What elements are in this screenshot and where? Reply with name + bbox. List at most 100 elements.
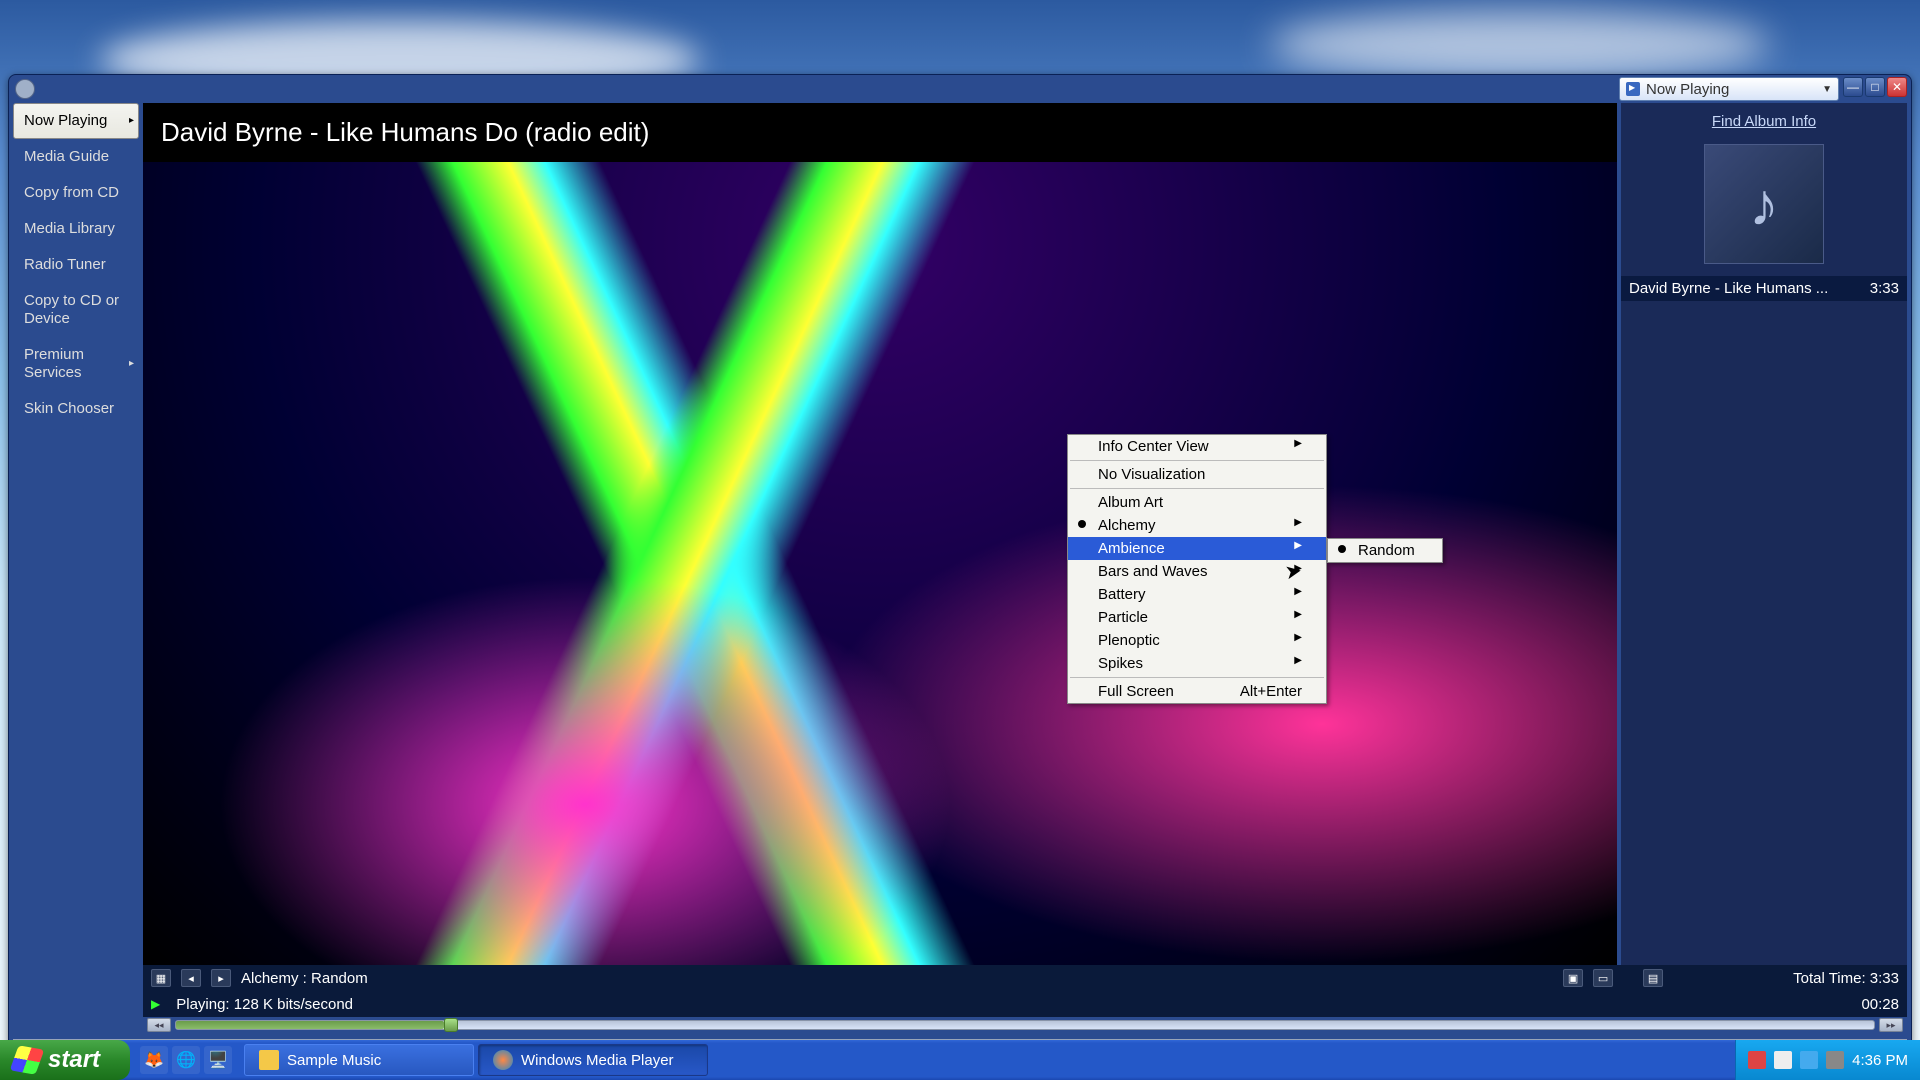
quick-launch-firefox[interactable]: 🦊 [140, 1046, 168, 1074]
chevron-right-icon: ▶ [1294, 609, 1302, 626]
chevron-down-icon: ▼ [1822, 84, 1832, 95]
sidebar-item-label: Copy from CD [24, 184, 119, 201]
chevron-right-icon: ▸ [129, 358, 134, 370]
sidebar-item-now-playing[interactable]: Now Playing ▸ [13, 103, 139, 139]
chevron-right-icon: ▶ [1294, 438, 1302, 455]
tray-icon-shield[interactable] [1748, 1051, 1766, 1069]
tray-icon-volume[interactable] [1826, 1051, 1844, 1069]
windows-logo-icon [10, 1045, 45, 1074]
sidebar-item-copy-to-cd[interactable]: Copy to CD or Device [13, 283, 139, 337]
seek-thumb[interactable] [444, 1018, 458, 1032]
maximize-button[interactable]: □ [1865, 77, 1885, 97]
wmp-icon [493, 1050, 513, 1070]
visualization-submenu: Random [1327, 538, 1443, 563]
menu-item-alchemy[interactable]: Alchemy ▶ [1068, 514, 1326, 537]
tray-icon-network[interactable] [1800, 1051, 1818, 1069]
sidebar-item-skin-chooser[interactable]: Skin Chooser [13, 391, 139, 427]
menu-item-label: Bars and Waves [1098, 563, 1208, 580]
menu-item-label: Ambience [1098, 540, 1165, 557]
tray-icon-app[interactable] [1774, 1051, 1792, 1069]
menu-item-label: Plenoptic [1098, 632, 1160, 649]
playing-status-label: Playing: 128 K bits/second [176, 996, 353, 1013]
taskbar-item-label: Sample Music [287, 1052, 381, 1069]
menu-item-bars-and-waves[interactable]: Bars and Waves ▶ [1068, 560, 1326, 583]
menu-item-plenoptic[interactable]: Plenoptic ▶ [1068, 629, 1326, 652]
main-area: David Byrne - Like Humans Do (radio edit… [143, 103, 1617, 965]
menu-item-spikes[interactable]: Spikes ▶ [1068, 652, 1326, 675]
album-info-panel: Find Album Info ♪ David Byrne - Like Hum… [1621, 103, 1907, 965]
menu-item-label: Info Center View [1098, 438, 1209, 455]
sidebar-item-label: Skin Chooser [24, 400, 114, 417]
app-menu-button[interactable] [15, 79, 35, 99]
viz-prev-button[interactable]: ◂ [181, 969, 201, 987]
sidebar: Now Playing ▸ Media Guide Copy from CD M… [13, 103, 139, 965]
menu-separator [1070, 460, 1324, 461]
view-dropdown[interactable]: Now Playing ▼ [1619, 77, 1839, 101]
sidebar-item-radio-tuner[interactable]: Radio Tuner [13, 247, 139, 283]
menu-item-no-visualization[interactable]: No Visualization [1068, 463, 1326, 486]
seek-bar-row: ◂◂ ▸▸ [143, 1017, 1907, 1033]
playback-status-bar: ▶ Playing: 128 K bits/second 00:28 [143, 991, 1907, 1017]
taskbar-item-sample-music[interactable]: Sample Music [244, 1044, 474, 1076]
chevron-right-icon: ▶ [1294, 655, 1302, 672]
wmp-window: Now Playing ▼ — □ ✕ Now Playing ▸ Media … [8, 74, 1912, 1044]
menu-item-album-art[interactable]: Album Art [1068, 491, 1326, 514]
sidebar-item-media-library[interactable]: Media Library [13, 211, 139, 247]
close-button[interactable]: ✕ [1887, 77, 1907, 97]
viz-next-button[interactable]: ▸ [211, 969, 231, 987]
menu-item-info-center[interactable]: Info Center View ▶ [1068, 435, 1326, 458]
menu-item-label: Album Art [1098, 494, 1163, 511]
chevron-right-icon: ▶ [1294, 586, 1302, 603]
start-label: start [48, 1046, 100, 1074]
playlist-toggle-button[interactable]: ▤ [1643, 969, 1663, 987]
sidebar-item-label: Radio Tuner [24, 256, 106, 273]
minimize-button[interactable]: — [1843, 77, 1863, 97]
menu-item-battery[interactable]: Battery ▶ [1068, 583, 1326, 606]
menu-item-label: Spikes [1098, 655, 1143, 672]
sidebar-item-label: Now Playing [24, 112, 107, 129]
visualization-context-menu: Info Center View ▶ No Visualization Albu… [1067, 434, 1327, 704]
playlist-item-title: David Byrne - Like Humans ... [1629, 280, 1870, 297]
submenu-item-random[interactable]: Random [1328, 539, 1442, 562]
play-icon [1626, 82, 1640, 96]
menu-item-label: Full Screen [1098, 683, 1174, 700]
menu-item-ambience[interactable]: Ambience ▶ [1068, 537, 1326, 560]
playlist-item[interactable]: David Byrne - Like Humans ... 3:33 [1621, 276, 1907, 301]
clock[interactable]: 4:36 PM [1852, 1052, 1908, 1069]
start-button[interactable]: start [0, 1040, 130, 1080]
playing-indicator-icon: ▶ [151, 997, 160, 1011]
chevron-right-icon: ▶ [1294, 563, 1302, 580]
sidebar-item-label: Media Guide [24, 148, 109, 165]
find-album-info-link[interactable]: Find Album Info [1621, 103, 1907, 140]
viz-status-bar: ▦ ◂ ▸ Alchemy : Random ▣ ▭ ▤ Total Time:… [143, 965, 1907, 991]
menu-item-full-screen[interactable]: Full Screen Alt+Enter [1068, 680, 1326, 703]
seek-slider[interactable] [175, 1020, 1875, 1030]
menu-separator [1070, 488, 1324, 489]
menu-separator [1070, 677, 1324, 678]
system-tray: 4:36 PM [1735, 1040, 1920, 1080]
maximize-video-button[interactable]: ▣ [1563, 969, 1583, 987]
quick-launch-ie[interactable]: 🌐 [172, 1046, 200, 1074]
album-art-placeholder[interactable]: ♪ [1704, 144, 1824, 264]
view-dropdown-label: Now Playing [1646, 81, 1729, 98]
sidebar-item-premium-services[interactable]: Premium Services ▸ [13, 337, 139, 391]
taskbar-item-wmp[interactable]: Windows Media Player [478, 1044, 708, 1076]
sidebar-item-media-guide[interactable]: Media Guide [13, 139, 139, 175]
visualization-canvas[interactable] [143, 162, 1617, 965]
menu-item-label: Random [1358, 542, 1415, 559]
chevron-right-icon: ▶ [1294, 517, 1302, 534]
rewind-button[interactable]: ◂◂ [147, 1018, 171, 1032]
viz-select-button[interactable]: ▦ [151, 969, 171, 987]
quick-launch-show-desktop[interactable]: 🖥️ [204, 1046, 232, 1074]
sidebar-item-copy-from-cd[interactable]: Copy from CD [13, 175, 139, 211]
taskbar-item-label: Windows Media Player [521, 1052, 674, 1069]
music-note-icon: ♪ [1749, 170, 1779, 239]
view-fullscreen-button[interactable]: ▭ [1593, 969, 1613, 987]
total-time-label: Total Time: 3:33 [1793, 970, 1899, 987]
menu-item-shortcut: Alt+Enter [1240, 683, 1302, 700]
quick-launch: 🦊 🌐 🖥️ [130, 1040, 242, 1080]
window-controls: — □ ✕ [1843, 77, 1907, 97]
track-title: David Byrne - Like Humans Do (radio edit… [143, 103, 1617, 162]
fast-forward-button[interactable]: ▸▸ [1879, 1018, 1903, 1032]
menu-item-particle[interactable]: Particle ▶ [1068, 606, 1326, 629]
